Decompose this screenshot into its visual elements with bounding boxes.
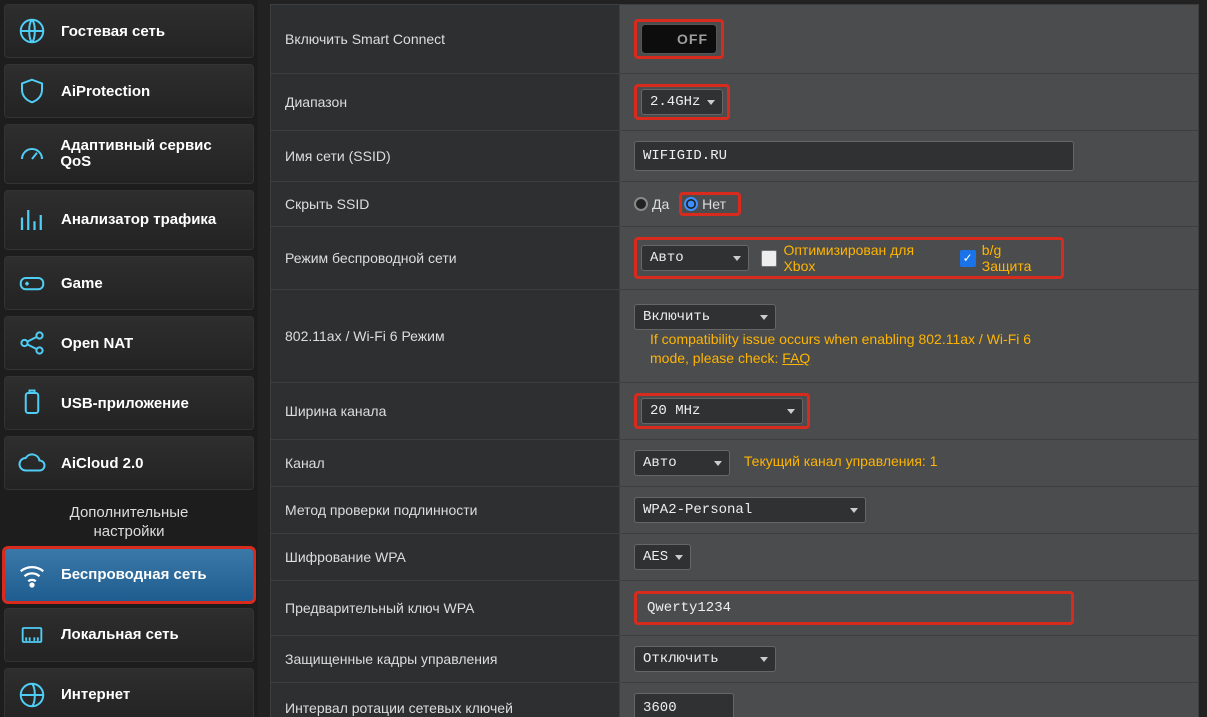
channel-width-select[interactable]: 20 MHz [641, 398, 803, 424]
network-icon [15, 326, 49, 360]
cloud-icon [15, 446, 49, 480]
ethernet-icon [15, 618, 49, 652]
row-label: Включить Smart Connect [271, 5, 620, 74]
sidebar-item-label: Гостевая сеть [61, 23, 165, 40]
sidebar-item-aicloud[interactable]: AiCloud 2.0 [4, 436, 254, 490]
sidebar-item-guest-network[interactable]: Гостевая сеть [4, 4, 254, 58]
sidebar-item-qos[interactable]: Адаптивный сервис QoS [4, 124, 254, 184]
wpa-enc-select[interactable]: AES [634, 544, 691, 570]
chart-icon [15, 203, 49, 237]
pmf-select[interactable]: Отключить [634, 646, 776, 672]
sidebar-section-title: Дополнительные настройки [4, 496, 254, 548]
sidebar-item-internet[interactable]: Интернет [4, 668, 254, 717]
sidebar-item-open-nat[interactable]: Open NAT [4, 316, 254, 370]
row-label: Скрыть SSID [271, 182, 620, 227]
shield-icon [15, 74, 49, 108]
wifi6-mode-select[interactable]: Включить [634, 304, 776, 330]
band-select[interactable]: 2.4GHz [641, 89, 723, 115]
sidebar-item-label: USB-приложение [61, 395, 189, 412]
hide-ssid-no-radio[interactable]: Нет [684, 196, 726, 212]
faq-link[interactable]: FAQ [782, 350, 810, 366]
sidebar-item-label: Game [61, 275, 103, 292]
channel-note: Текущий канал управления: 1 [744, 453, 938, 469]
sidebar-item-label: Локальная сеть [61, 626, 179, 643]
key-rotation-input[interactable] [634, 693, 734, 717]
sidebar-item-label: Open NAT [61, 335, 133, 352]
row-label: Ширина канала [271, 382, 620, 439]
sidebar-item-label: AiProtection [61, 83, 150, 100]
row-label: Шифрование WPA [271, 533, 620, 580]
row-label: Имя сети (SSID) [271, 131, 620, 182]
wireless-mode-select[interactable]: Авто [641, 245, 749, 271]
sidebar-item-label: Адаптивный сервис QoS [60, 138, 243, 171]
sidebar-item-label: Интернет [61, 686, 130, 703]
wpa-key-input[interactable] [641, 596, 1067, 620]
sidebar-item-wireless[interactable]: Беспроводная сеть [4, 548, 254, 602]
smart-connect-toggle[interactable]: OFF [641, 24, 717, 54]
row-label: Канал [271, 439, 620, 486]
row-label: Интервал ротации сетевых ключей [271, 682, 620, 717]
settings-panel: Включить Smart Connect OFF Диапазон 2.4G… [258, 0, 1207, 717]
row-label: Диапазон [271, 74, 620, 131]
sidebar-item-label: AiCloud 2.0 [61, 455, 144, 472]
bg-protect-checkbox[interactable]: ✓ b/g Защита [960, 242, 1051, 274]
sidebar-item-aiprotection[interactable]: AiProtection [4, 64, 254, 118]
row-label: Защищенные кадры управления [271, 635, 620, 682]
row-label: Режим беспроводной сети [271, 227, 620, 290]
sidebar: Гостевая сеть AiProtection Адаптивный се… [0, 0, 258, 717]
globe-icon [15, 678, 49, 712]
sidebar-item-game[interactable]: Game [4, 256, 254, 310]
wifi-icon [15, 558, 49, 592]
toggle-state: OFF [677, 31, 708, 47]
gauge-icon [15, 137, 48, 171]
sidebar-item-label: Беспроводная сеть [61, 566, 207, 583]
wifi6-note: If compatibility issue occurs when enabl… [650, 330, 1050, 368]
gamepad-icon [15, 266, 49, 300]
channel-select[interactable]: Авто [634, 450, 730, 476]
sidebar-item-traffic-analyzer[interactable]: Анализатор трафика [4, 190, 254, 250]
sidebar-item-lan[interactable]: Локальная сеть [4, 608, 254, 662]
ssid-input[interactable] [634, 141, 1074, 171]
usb-icon [15, 386, 49, 420]
hide-ssid-yes-radio[interactable]: Да [634, 196, 669, 212]
row-label: Предварительный ключ WPA [271, 580, 620, 635]
row-label: 802.11ax / Wi-Fi 6 Режим [271, 290, 620, 383]
auth-method-select[interactable]: WPA2-Personal [634, 497, 866, 523]
xbox-optimize-checkbox[interactable]: Оптимизирован для Xbox [761, 242, 941, 274]
sidebar-item-label: Анализатор трафика [61, 212, 216, 229]
sidebar-item-usb-app[interactable]: USB-приложение [4, 376, 254, 430]
globe-icon [15, 14, 49, 48]
row-label: Метод проверки подлинности [271, 486, 620, 533]
